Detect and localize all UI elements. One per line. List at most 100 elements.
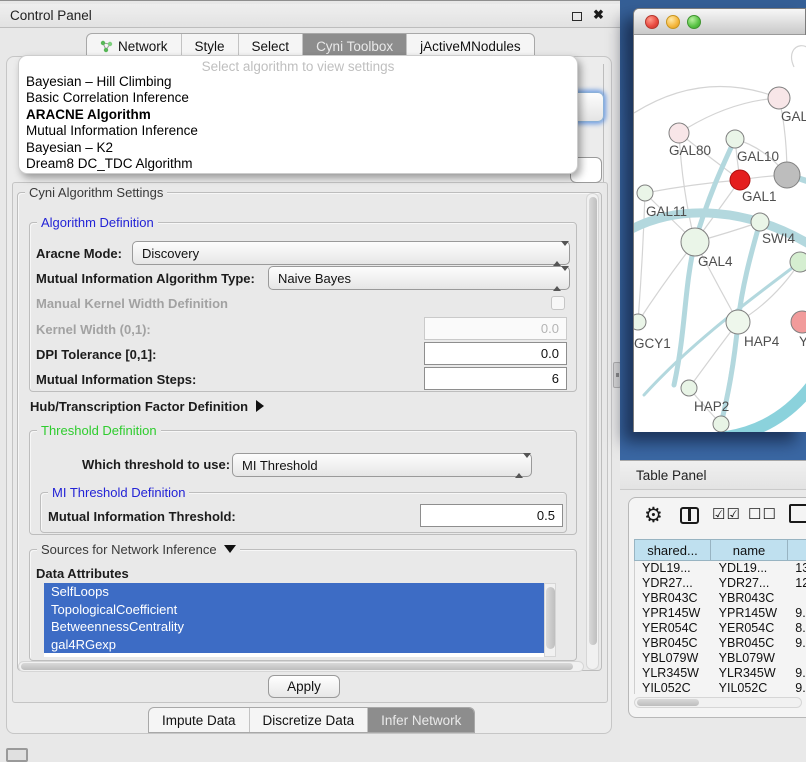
table-row[interactable]: YLR345WYLR345W9. — [635, 666, 806, 681]
network-edge[interactable] — [634, 86, 779, 113]
hub-definition-expander[interactable]: Hub/Transcription Factor Definition — [30, 399, 264, 414]
data-attributes-list: SelfLoopsTopologicalCoefficientBetweenne… — [44, 583, 556, 657]
which-threshold-label: Which threshold to use: — [82, 457, 230, 472]
deselect-all-checkbox-icon[interactable]: ☐☐ — [748, 505, 777, 523]
settings-vertical-scrollbar[interactable] — [586, 193, 599, 670]
network-node[interactable] — [730, 170, 750, 190]
node-label: GAL80 — [669, 143, 711, 158]
network-node[interactable] — [669, 123, 689, 143]
tab-infer-network[interactable]: Infer Network — [368, 708, 474, 732]
table-row[interactable]: YBR045CYBR045C9. — [635, 636, 806, 651]
column-visibility-icon[interactable] — [680, 507, 699, 524]
node-label: GAL10 — [737, 149, 779, 164]
network-view-window: GALGAL80GAL10GAL1GAL11SWI4GAL4GCY1HAP4YH… — [633, 8, 806, 432]
network-node[interactable] — [637, 185, 653, 201]
table-row[interactable]: YDR27...YDR27...12 — [635, 576, 806, 591]
mi-steps-label: Mutual Information Steps: — [36, 372, 196, 387]
hub-definition-label: Hub/Transcription Factor Definition — [30, 399, 248, 414]
tab-label: Network — [118, 39, 168, 54]
minimize-window-icon[interactable] — [666, 15, 680, 29]
network-node[interactable] — [774, 162, 800, 188]
table-cell: 12 — [788, 576, 806, 591]
network-node[interactable] — [726, 310, 750, 334]
table-cell: YBL079W — [635, 651, 712, 666]
node-label: Y — [799, 334, 806, 349]
algorithm-option[interactable]: ARACNE Algorithm — [19, 107, 577, 123]
network-node[interactable] — [681, 228, 709, 256]
close-window-icon[interactable] — [645, 15, 659, 29]
algorithm-option[interactable]: Basic Correlation Inference — [19, 90, 577, 106]
network-node[interactable] — [634, 314, 646, 330]
algorithm-option[interactable]: Mutual Information Inference — [19, 123, 577, 139]
apply-button[interactable]: Apply — [268, 675, 340, 698]
application-window: Control Panel ✖ Network Style Select Cyn… — [0, 0, 806, 762]
dpi-tolerance-field[interactable]: 0.0 — [424, 342, 567, 365]
attributes-scrollbar[interactable] — [544, 583, 556, 657]
network-node[interactable] — [768, 87, 790, 109]
algorithm-option[interactable]: Bayesian – K2 — [19, 140, 577, 156]
network-node[interactable] — [726, 130, 744, 148]
attribute-option[interactable]: TopologicalCoefficient — [44, 601, 556, 619]
table-row[interactable]: YER054CYER054C8. — [635, 621, 806, 636]
attribute-option[interactable]: BetweennessCentrality — [44, 618, 556, 636]
table-cell: YBR045C — [635, 636, 712, 651]
float-window-icon[interactable] — [572, 12, 582, 21]
network-edge-highlighted[interactable] — [726, 377, 806, 432]
network-node[interactable] — [751, 213, 769, 231]
tab-impute-data[interactable]: Impute Data — [149, 708, 250, 732]
network-edge[interactable] — [792, 46, 806, 67]
kernel-width-label: Kernel Width (0,1): — [36, 322, 151, 337]
network-node[interactable] — [790, 252, 806, 272]
node-label: GAL4 — [698, 254, 733, 269]
algorithm-option[interactable]: Bayesian – Hill Climbing — [19, 74, 577, 90]
network-edge[interactable] — [679, 98, 779, 133]
network-node[interactable] — [791, 311, 806, 333]
column-header[interactable]: shared... — [634, 539, 711, 561]
kernel-width-field[interactable]: 0.0 — [424, 317, 567, 340]
table-horizontal-scrollbar[interactable] — [634, 697, 802, 708]
table-row[interactable]: YBR043CYBR043C — [635, 591, 806, 606]
tab-discretize-data[interactable]: Discretize Data — [250, 708, 369, 732]
column-header[interactable]: name — [711, 539, 788, 561]
table-row[interactable]: YBL079WYBL079W — [635, 651, 806, 666]
sources-expander[interactable]: Sources for Network Inference — [37, 542, 240, 557]
manual-kernel-checkbox[interactable] — [551, 296, 565, 310]
mi-steps-field[interactable]: 6 — [424, 367, 567, 390]
node-label: HAP2 — [694, 399, 729, 414]
algorithm-option[interactable]: Dream8 DC_TDC Algorithm — [19, 156, 577, 172]
network-window-titlebar[interactable] — [634, 9, 805, 35]
mi-type-combo[interactable]: Naive Bayes — [268, 266, 570, 290]
tab-label: Select — [252, 39, 290, 54]
network-canvas[interactable]: GALGAL80GAL10GAL1GAL11SWI4GAL4GCY1HAP4YH… — [634, 35, 806, 432]
network-edge[interactable] — [645, 180, 740, 193]
network-edge-highlighted[interactable] — [644, 262, 800, 395]
network-node[interactable] — [681, 380, 697, 396]
table-header-row: shared...nameA — [634, 539, 806, 561]
page-icon[interactable] — [789, 504, 806, 523]
tab-label: Impute Data — [162, 713, 236, 728]
table-row[interactable]: YPR145WYPR145W9. — [635, 606, 806, 621]
close-panel-icon[interactable]: ✖ — [593, 7, 604, 23]
table-cell: YPR145W — [635, 606, 712, 621]
zoom-window-icon[interactable] — [687, 15, 701, 29]
settings-gear-icon[interactable]: ⚙ — [644, 503, 663, 528]
aracne-mode-combo[interactable]: Discovery — [132, 241, 570, 265]
table-cell: YLR345W — [635, 666, 712, 681]
attribute-option[interactable]: SelfLoops — [44, 583, 556, 601]
settings-horizontal-scrollbar[interactable] — [18, 661, 584, 672]
table-row[interactable]: YIL052CYIL052C9. — [635, 681, 806, 694]
select-all-checkbox-icon[interactable]: ☑☑ — [712, 505, 741, 523]
attribute-option[interactable]: gal4RGexp — [44, 636, 556, 654]
tab-label: jActiveMNodules — [420, 39, 521, 54]
network-edge[interactable] — [638, 193, 645, 322]
algorithm-dropdown-popup: Select algorithm to view settings Bayesi… — [18, 55, 578, 174]
table-cell: YDL19... — [635, 561, 712, 576]
tab-label: Cyni Toolbox — [316, 39, 393, 54]
docked-panel-icon[interactable] — [6, 748, 28, 762]
network-node[interactable] — [713, 416, 729, 432]
mi-threshold-field[interactable]: 0.5 — [420, 504, 563, 527]
which-threshold-combo[interactable]: MI Threshold — [232, 453, 532, 477]
column-header[interactable]: A — [788, 539, 806, 561]
table-row[interactable]: YDL19...YDL19...13 — [635, 561, 806, 576]
data-attributes-label: Data Attributes — [36, 566, 129, 581]
